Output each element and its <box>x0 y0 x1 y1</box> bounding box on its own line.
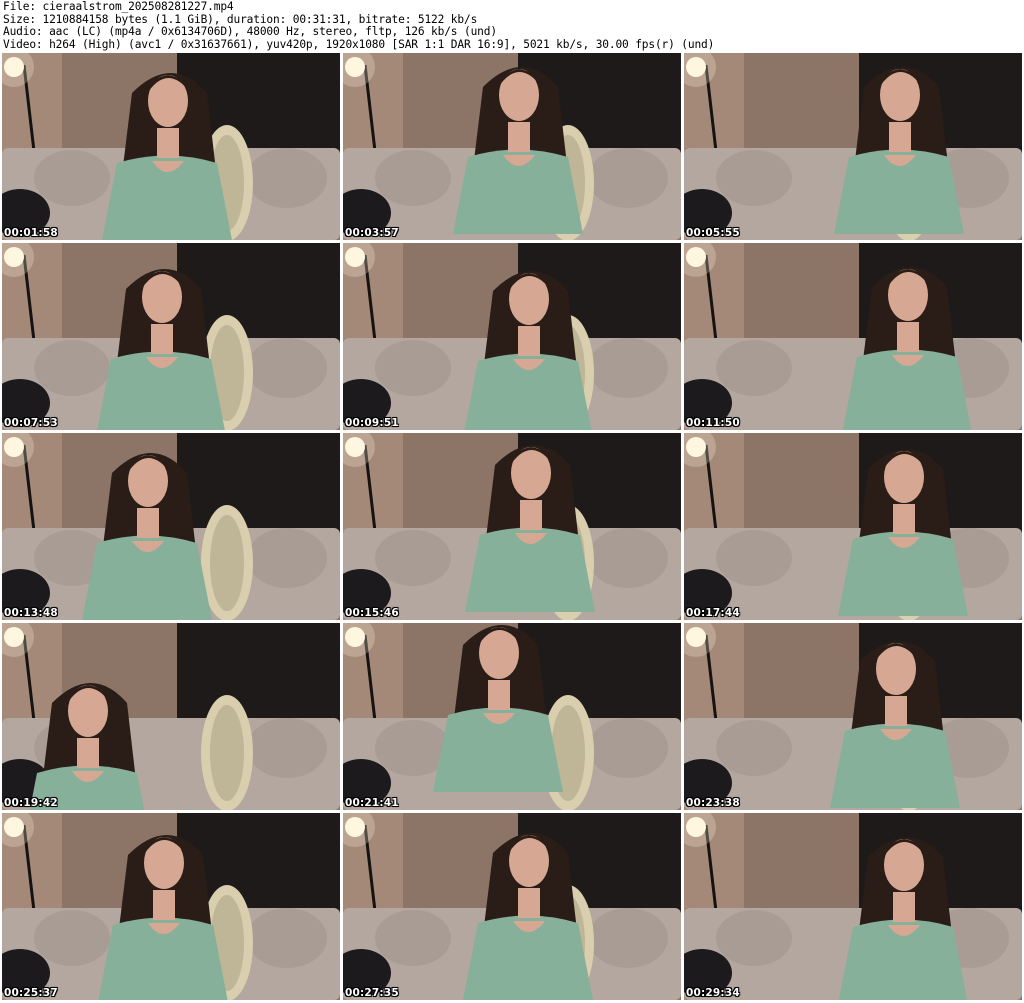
frame-image <box>684 623 1022 810</box>
thumbnail-timestamp: 00:29:34 <box>686 987 740 999</box>
video-thumbnail-11[interactable]: 00:21:41 <box>343 623 681 810</box>
thumbnail-timestamp: 00:17:44 <box>686 607 740 619</box>
thumbnail-timestamp: 00:03:57 <box>345 227 399 239</box>
video-thumbnail-9[interactable]: 00:17:44 <box>684 433 1022 620</box>
frame-image <box>2 243 340 430</box>
video-info-line: Video: h264 (High) (avc1 / 0x31637661), … <box>3 37 715 51</box>
frame-image <box>343 243 681 430</box>
video-thumbnail-15[interactable]: 00:29:34 <box>684 813 1022 1000</box>
thumbnail-timestamp: 00:09:51 <box>345 417 399 429</box>
video-thumbnail-10[interactable]: 00:19:42 <box>2 623 340 810</box>
video-thumbnail-4[interactable]: 00:07:53 <box>2 243 340 430</box>
audio-info-line: Audio: aac (LC) (mp4a / 0x6134706D), 480… <box>3 25 497 39</box>
video-thumbnail-8[interactable]: 00:15:46 <box>343 433 681 620</box>
thumbnail-timestamp: 00:21:41 <box>345 797 399 809</box>
frame-image <box>343 53 681 240</box>
thumbnail-timestamp: 00:25:37 <box>4 987 58 999</box>
thumbnail-timestamp: 00:15:46 <box>345 607 399 619</box>
video-thumbnail-3[interactable]: 00:05:55 <box>684 53 1022 240</box>
thumbnail-timestamp: 00:19:42 <box>4 797 58 809</box>
frame-image <box>2 433 340 620</box>
video-thumbnail-13[interactable]: 00:25:37 <box>2 813 340 1000</box>
thumbnail-timestamp: 00:07:53 <box>4 417 58 429</box>
frame-image <box>2 53 340 240</box>
frame-image <box>684 813 1022 1000</box>
video-thumbnail-5[interactable]: 00:09:51 <box>343 243 681 430</box>
video-thumbnail-1[interactable]: 00:01:58 <box>2 53 340 240</box>
thumbnail-timestamp: 00:27:35 <box>345 987 399 999</box>
frame-image <box>343 813 681 1000</box>
thumbnail-timestamp: 00:13:48 <box>4 607 58 619</box>
video-thumbnail-6[interactable]: 00:11:50 <box>684 243 1022 430</box>
file-info-header: File: cieraalstrom_202508281227.mp4 Size… <box>3 0 1021 51</box>
thumbnail-timestamp: 00:23:38 <box>686 797 740 809</box>
video-thumbnail-7[interactable]: 00:13:48 <box>2 433 340 620</box>
frame-image <box>343 433 681 620</box>
video-thumbnail-14[interactable]: 00:27:35 <box>343 813 681 1000</box>
thumbnail-timestamp: 00:01:58 <box>4 227 58 239</box>
video-thumbnail-2[interactable]: 00:03:57 <box>343 53 681 240</box>
video-thumbnail-12[interactable]: 00:23:38 <box>684 623 1022 810</box>
frame-image <box>343 623 681 810</box>
frame-image <box>684 433 1022 620</box>
thumbnail-grid: 00:01:58 00:03:57 00:05:55 00:07:53 00:0… <box>2 53 1022 1000</box>
thumbnail-timestamp: 00:05:55 <box>686 227 740 239</box>
frame-image <box>2 813 340 1000</box>
frame-image <box>684 243 1022 430</box>
thumbnail-timestamp: 00:11:50 <box>686 417 740 429</box>
file-name-line: File: cieraalstrom_202508281227.mp4 <box>3 0 234 13</box>
frame-image <box>2 623 340 810</box>
frame-image <box>684 53 1022 240</box>
